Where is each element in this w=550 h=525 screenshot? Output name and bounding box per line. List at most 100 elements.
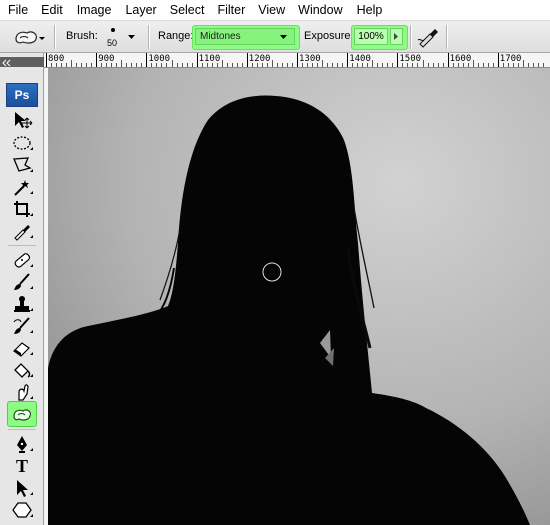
ruler-minor-tick xyxy=(362,63,364,67)
ruler-major-tick xyxy=(146,53,148,67)
ruler-minor-tick xyxy=(231,63,233,67)
ruler-minor-tick xyxy=(141,63,143,67)
menu-filter[interactable]: Filter xyxy=(204,3,245,17)
collapse-arrows-icon xyxy=(2,59,11,67)
ruler-minor-tick xyxy=(527,63,529,67)
range-label: Range: xyxy=(158,30,194,42)
ruler-minor-tick xyxy=(532,63,534,67)
ruler-minor-tick xyxy=(317,63,319,67)
ruler-minor-tick xyxy=(76,63,78,67)
ruler-minor-tick xyxy=(281,63,283,67)
ruler-minor-tick xyxy=(307,63,309,67)
brush-label: Brush: xyxy=(66,30,98,42)
shape-tool[interactable] xyxy=(10,499,34,521)
menu-image[interactable]: Image xyxy=(63,3,112,17)
ruler-minor-tick xyxy=(251,63,253,67)
brush-picker[interactable]: 50 xyxy=(100,25,140,51)
paint-bucket-tool[interactable] xyxy=(10,359,34,381)
menu-select[interactable]: Select xyxy=(157,3,205,17)
ruler-minor-tick xyxy=(492,63,494,67)
type-icon: T xyxy=(15,455,28,476)
type-tool[interactable]: T xyxy=(10,455,34,477)
eyedropper-tool[interactable] xyxy=(10,220,34,242)
eraser-tool[interactable] xyxy=(10,337,34,359)
menu-window[interactable]: Window xyxy=(285,3,342,17)
ruler-minor-tick xyxy=(271,60,273,67)
history-brush-icon xyxy=(13,317,33,334)
ruler-major-tick xyxy=(397,53,399,67)
lasso-tool[interactable] xyxy=(10,154,34,176)
ruler-minor-tick xyxy=(387,63,389,67)
move-tool[interactable] xyxy=(10,109,34,131)
blur-tool[interactable] xyxy=(10,381,34,403)
sponge-icon xyxy=(15,31,45,44)
menu-file[interactable]: File xyxy=(0,3,28,17)
ruler-minor-tick xyxy=(181,63,183,67)
ruler-minor-tick xyxy=(201,63,203,67)
healing-brush-tool[interactable] xyxy=(10,249,34,271)
ruler-minor-tick xyxy=(522,60,524,67)
ruler-minor-tick xyxy=(286,63,288,67)
tool-preset-picker[interactable] xyxy=(12,27,46,47)
chevron-right-icon xyxy=(394,33,398,40)
ruler-minor-tick xyxy=(342,63,344,67)
range-select[interactable]: Midtones xyxy=(195,28,295,45)
clone-stamp-tool[interactable] xyxy=(10,293,34,315)
brush-tool[interactable] xyxy=(10,271,34,293)
horizontal-ruler: 800 900 1000 1100 1200 1300 1400 1500 1600 1700 xyxy=(44,53,550,68)
ruler-minor-tick xyxy=(126,63,128,67)
ruler-minor-tick xyxy=(206,63,208,67)
document-canvas[interactable] xyxy=(48,68,550,525)
path-selection-tool[interactable] xyxy=(10,477,34,499)
menu-help[interactable]: Help xyxy=(343,3,383,17)
ruler-major-tick xyxy=(96,53,98,67)
ruler-minor-tick xyxy=(377,63,379,67)
ruler-major-tick xyxy=(246,53,248,67)
marquee-tool[interactable] xyxy=(10,132,34,154)
ruler-major-tick xyxy=(347,53,349,67)
toolbox-divider xyxy=(8,245,36,246)
ruler-minor-tick xyxy=(462,63,464,67)
sponge-tool[interactable] xyxy=(7,401,37,427)
ruler-minor-tick xyxy=(261,63,263,67)
photoshop-logo: Ps xyxy=(6,83,38,107)
ruler-minor-tick xyxy=(256,63,258,67)
pen-icon xyxy=(17,436,33,453)
menu-view[interactable]: View xyxy=(245,3,285,17)
chevron-down-icon xyxy=(280,35,287,39)
ruler-minor-tick xyxy=(337,63,339,67)
ruler-minor-tick xyxy=(266,63,268,67)
menu-layer[interactable]: Layer xyxy=(111,3,156,17)
elliptical-marquee-icon xyxy=(13,136,33,150)
eraser-icon xyxy=(13,342,33,357)
exposure-slider-button[interactable] xyxy=(390,28,403,45)
brush-size: 50 xyxy=(107,38,118,48)
exposure-input[interactable]: 100% xyxy=(354,28,388,45)
ruler-minor-tick xyxy=(507,63,509,67)
ruler-minor-tick xyxy=(221,60,223,67)
history-brush-tool[interactable] xyxy=(10,315,34,337)
ruler-minor-tick xyxy=(407,63,409,67)
polygonal-lasso-icon xyxy=(13,157,33,172)
crop-tool[interactable] xyxy=(10,198,34,220)
ruler-minor-tick xyxy=(412,63,414,67)
ruler-minor-tick xyxy=(51,63,53,67)
ruler-minor-tick xyxy=(176,63,178,67)
ruler-minor-tick xyxy=(432,63,434,67)
path-selection-icon xyxy=(17,480,33,497)
menu-edit[interactable]: Edit xyxy=(28,3,63,17)
photo-silhouette xyxy=(48,68,550,525)
ruler-minor-tick xyxy=(472,60,474,67)
ruler-major-tick xyxy=(297,53,298,67)
ruler-minor-tick xyxy=(56,63,58,67)
ruler-minor-tick xyxy=(372,60,374,67)
ruler-minor-tick xyxy=(427,63,429,67)
ruler-minor-tick xyxy=(131,63,133,67)
pen-tool[interactable] xyxy=(10,433,34,455)
crop-icon xyxy=(14,201,33,217)
airbrush-button[interactable] xyxy=(416,26,440,48)
stamp-icon xyxy=(14,296,33,312)
ruler-minor-tick xyxy=(402,63,404,67)
toolbox-grip[interactable] xyxy=(0,57,44,67)
magic-wand-tool[interactable] xyxy=(10,176,34,198)
